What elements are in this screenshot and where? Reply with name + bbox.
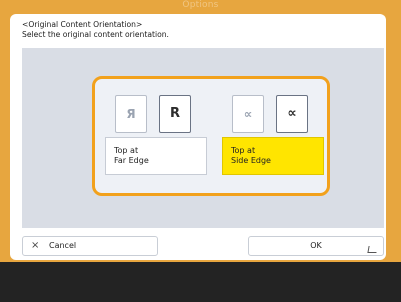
side-edge-icons: ∝ ∝ (232, 95, 314, 135)
option-top-at-far-edge[interactable]: Я R Top at Far Edge (105, 95, 207, 185)
option-top-at-side-edge[interactable]: ∝ ∝ Top at Side Edge (222, 95, 324, 185)
dialog-actions: × Cancel OK (22, 236, 384, 256)
side-edge-selected-glyph: ∝ (287, 106, 297, 121)
far-edge-button[interactable]: Top at Far Edge (105, 137, 207, 175)
dialog-heading: <Original Content Orientation> (22, 20, 143, 29)
orientation-option-group: Я R Top at Far Edge ∝ ∝ Top at Side Edge (92, 76, 330, 196)
far-edge-reversed-page-icon: Я (115, 95, 147, 133)
ok-button[interactable]: OK (248, 236, 384, 256)
orientation-dialog: <Original Content Orientation> Select th… (10, 14, 386, 260)
side-edge-rotated-glyph: ∝ (243, 107, 253, 121)
side-edge-line2: Side Edge (231, 156, 271, 165)
far-edge-upright-page-icon: R (159, 95, 191, 133)
close-icon: × (31, 240, 40, 251)
side-edge-button[interactable]: Top at Side Edge (222, 137, 324, 175)
cancel-label: Cancel (49, 241, 77, 250)
cancel-button[interactable]: × Cancel (22, 236, 158, 256)
far-edge-reversed-glyph: Я (126, 107, 136, 121)
background-title: Options (182, 0, 219, 10)
bottom-bar (0, 262, 401, 302)
dialog-header: <Original Content Orientation> Select th… (22, 20, 169, 40)
far-edge-line1: Top at (114, 146, 139, 155)
options-panel: Я R Top at Far Edge ∝ ∝ Top at Side Edge (22, 48, 384, 228)
far-edge-icons: Я R (115, 95, 197, 135)
enter-icon (367, 246, 378, 253)
side-edge-selected-page-icon: ∝ (276, 95, 308, 133)
far-edge-upright-glyph: R (169, 106, 181, 121)
far-edge-line2: Far Edge (114, 156, 149, 165)
side-edge-line1: Top at (231, 146, 256, 155)
dialog-instruction: Select the original content orientation. (22, 30, 169, 39)
ok-label: OK (310, 241, 322, 250)
side-edge-rotated-page-icon: ∝ (232, 95, 264, 133)
